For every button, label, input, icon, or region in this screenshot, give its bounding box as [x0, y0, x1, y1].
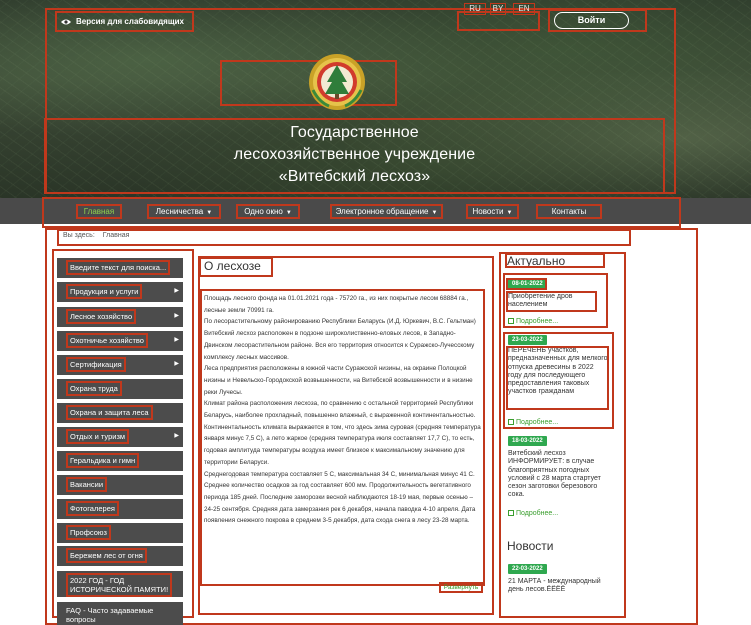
nav-forestries-label: Лесничества: [155, 207, 204, 216]
sidebar-item-label-line-1: 2022 ГОД - ГОД: [70, 576, 125, 585]
read-more-link[interactable]: Подробнее...: [508, 510, 558, 517]
date-badge: 22-03-2022: [508, 564, 547, 574]
lang-ru[interactable]: RU: [464, 3, 486, 15]
accessibility-label: Версия для слабовидящих: [76, 17, 184, 26]
sidebar-item-label: 2022 ГОД - ГОД ИСТОРИЧЕСКОЙ ПАМЯТИ!: [66, 573, 173, 597]
date-badge: 18-03-2022: [508, 436, 547, 446]
chevron-right-icon: ▶: [174, 337, 179, 343]
sidebar-item-label: Продукция и услуги: [66, 284, 143, 299]
login-button[interactable]: Войти: [554, 12, 629, 29]
organization-title: Государственное лесохозяйственное учрежд…: [44, 118, 665, 194]
expand-link[interactable]: Развернуть: [439, 582, 483, 593]
nav-contacts[interactable]: Контакты: [536, 204, 602, 219]
sidebar-item-products[interactable]: Продукция и услуги ▶: [57, 282, 183, 302]
sidebar-search-input[interactable]: Введите текст для поиска...: [57, 258, 183, 278]
read-more-link[interactable]: Подробнее...: [508, 318, 558, 325]
sidebar-item-labor-safety[interactable]: Охрана труда: [57, 379, 183, 399]
sidebar-item-label: Сертификация: [66, 357, 126, 372]
nav-home-label: Главная: [83, 207, 115, 216]
sidebar-item-historical-memory[interactable]: 2022 ГОД - ГОД ИСТОРИЧЕСКОЙ ПАМЯТИ!: [57, 571, 183, 597]
chevron-right-icon: ▶: [174, 433, 179, 439]
chevron-down-icon: ▼: [431, 210, 438, 216]
nav-news-label: Новости: [472, 207, 504, 216]
chevron-down-icon: ▼: [285, 210, 292, 216]
article-paragraph: Площадь лесного фонда на 01.01.2021 года…: [204, 295, 469, 314]
sidebar-item-certification[interactable]: Сертификация ▶: [57, 355, 183, 375]
sidebar-item-forest-protection[interactable]: Охрана и защита леса: [57, 403, 183, 423]
chevron-down-icon: ▼: [206, 210, 213, 216]
sidebar-item-label: Охрана и защита леса: [66, 405, 153, 420]
sidebar-item-label: Охрана труда: [66, 381, 122, 396]
sidebar-item-gallery[interactable]: Фотогалерея: [57, 499, 183, 519]
read-more-label: Подробнее...: [516, 419, 559, 426]
article-paragraph: Леса предприятия расположены в южной час…: [204, 365, 473, 396]
sidebar-item-tourism[interactable]: Отдых и туризм ▶: [57, 427, 183, 447]
nav-one-window[interactable]: Одно окно ▼: [236, 204, 300, 219]
lang-by[interactable]: BY: [490, 3, 506, 15]
sidebar-item-forestry[interactable]: Лесное хозяйство ▶: [57, 307, 183, 327]
sidebar-item-trade-union[interactable]: Профсоюз: [57, 523, 183, 543]
org-title-line-2: лесохозяйственное учреждение: [233, 146, 476, 163]
chevron-down-icon: ▼: [506, 210, 513, 216]
article-paragraph: Климат района расположения лесхоза, по с…: [204, 400, 481, 466]
article-paragraph: По лесорастительному районированию Респу…: [204, 318, 476, 361]
forestry-emblem-logo[interactable]: [307, 52, 367, 112]
sidebar-item-hunting[interactable]: Охотничье хозяйство ▶: [57, 331, 183, 351]
read-more-label: Подробнее...: [516, 510, 559, 517]
sidebar-item-faq[interactable]: FAQ - Часто задаваемые вопросы: [57, 602, 183, 625]
sidebar-item-label: Вакансии: [66, 477, 108, 492]
sidebar-item-fire-protection[interactable]: Бережем лес от огня: [57, 546, 183, 566]
nav-news[interactable]: Новости ▼: [466, 204, 519, 219]
chevron-right-icon: ▶: [174, 361, 179, 367]
actual-text-frame: [506, 346, 609, 410]
actual-text-frame: [506, 291, 597, 312]
sidebar-item-label: FAQ - Часто задаваемые вопросы: [66, 606, 153, 624]
sidebar-search-placeholder: Введите текст для поиска...: [66, 260, 171, 275]
breadcrumb-prefix: Вы здесь:: [63, 232, 95, 239]
lang-en[interactable]: EN: [513, 3, 535, 15]
news-section-title: Новости: [507, 539, 554, 553]
sidebar-item-label: Фотогалерея: [66, 501, 119, 516]
sidebar-item-label: Бережем лес от огня: [66, 548, 147, 563]
sidebar-item-label-line-1: FAQ - Часто задаваемые: [66, 606, 154, 615]
date-badge: 23-03-2022: [508, 335, 547, 345]
nav-one-window-label: Одно окно: [244, 207, 283, 216]
accessibility-version-link[interactable]: Версия для слабовидящих: [55, 11, 194, 32]
sidebar-item-label-line-2: вопросы: [66, 615, 96, 624]
read-more-label: Подробнее...: [516, 318, 559, 325]
document-icon: [508, 318, 514, 324]
sidebar-item-label-line-2: ИСТОРИЧЕСКОЙ ПАМЯТИ!: [70, 585, 169, 594]
nav-home[interactable]: Главная: [76, 204, 122, 219]
sidebar-item-label: Лесное хозяйство: [66, 309, 137, 324]
sidebar-item-heraldry[interactable]: Геральдика и гимн: [57, 451, 183, 471]
login-wrapper: Войти: [548, 9, 647, 32]
nav-electronic-appeal[interactable]: Электронное обращение ▼: [330, 204, 443, 219]
sidebar-item-label: Охотничье хозяйство: [66, 333, 148, 348]
org-title-line-3: «Витебский лесхоз»: [278, 168, 431, 185]
read-more-link[interactable]: Подробнее...: [508, 419, 558, 426]
actual-item-text[interactable]: Витебский лесхоз ИНФОРМИРУЕТ: в случае б…: [508, 450, 608, 500]
article-paragraph: Среднегодовая температура составляет 5 С…: [204, 470, 476, 525]
date-badge-frame: [506, 278, 547, 290]
document-icon: [508, 419, 514, 425]
document-icon: [508, 510, 514, 516]
actual-title-frame: [505, 253, 605, 268]
breadcrumb: Вы здесь: Главная: [57, 229, 631, 246]
sidebar-item-label: Профсоюз: [66, 525, 111, 540]
nav-forestries[interactable]: Лесничества ▼: [147, 204, 221, 219]
chevron-right-icon: ▶: [174, 288, 179, 294]
eye-icon: [61, 19, 71, 24]
article-title: О лесхозе: [199, 257, 273, 277]
org-title-line-1: Государственное: [290, 124, 419, 141]
nav-contacts-label: Контакты: [551, 207, 587, 216]
article-body: Площадь лесного фонда на 01.01.2021 года…: [200, 289, 485, 586]
sidebar-item-label: Геральдика и гимн: [66, 453, 140, 468]
news-item-text[interactable]: 21 МАРТА - международный день лесов.ЁЁЁЁ: [508, 578, 608, 595]
nav-electronic-appeal-label: Электронное обращение: [335, 207, 429, 216]
sidebar-item-label: Отдых и туризм: [66, 429, 130, 444]
breadcrumb-home-link[interactable]: Главная: [103, 232, 130, 239]
chevron-right-icon: ▶: [174, 313, 179, 319]
sidebar-item-vacancies[interactable]: Вакансии: [57, 475, 183, 495]
